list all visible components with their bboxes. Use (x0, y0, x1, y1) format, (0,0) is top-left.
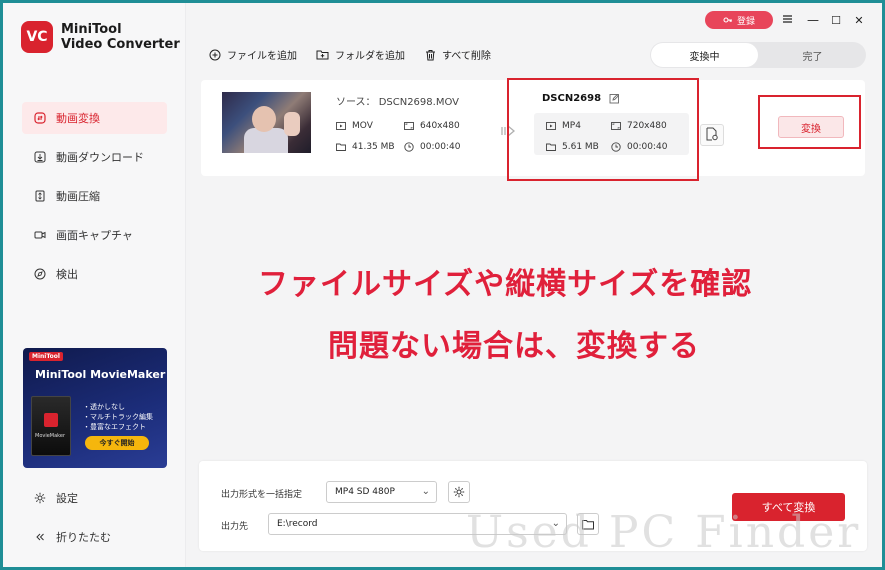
close-button[interactable]: ✕ (851, 11, 867, 29)
source-size-value: 41.35 MB (352, 142, 395, 152)
add-folder-label: フォルダを追加 (335, 51, 405, 62)
ad-feature: ・マルチトラック編集 (83, 413, 153, 421)
video-thumbnail[interactable] (222, 92, 311, 153)
annotation-line-2: 問題ない場合は、変換する (328, 329, 700, 364)
sidebar-item-capture[interactable]: 画面キャプチャ (22, 219, 167, 251)
key-icon (723, 15, 733, 25)
convert-highlight-box (758, 95, 861, 149)
video-file-icon (336, 121, 346, 131)
source-size: 41.35 MB (336, 142, 395, 152)
maximize-button[interactable]: ☐ (828, 11, 844, 29)
resolution-icon (404, 121, 414, 131)
watermark: Used PC Finder (466, 507, 862, 558)
sidebar-item-download[interactable]: 動画ダウンロード (22, 141, 167, 173)
login-button[interactable]: 登録 (705, 11, 773, 29)
menu-button[interactable] (779, 11, 795, 29)
annotation-line-1: ファイルサイズや縦横サイズを確認 (258, 267, 753, 302)
delete-all-button[interactable]: すべて削除 (425, 47, 491, 62)
product-box-label: MovieMaker (35, 433, 66, 439)
logo-icon: VC (21, 21, 53, 53)
trash-icon (425, 49, 436, 61)
folder-plus-icon (316, 49, 329, 61)
source-resolution-value: 640x480 (420, 121, 460, 131)
ad-title: MiniTool MovieMaker (35, 368, 166, 381)
sidebar-item-convert[interactable]: 動画変換 (22, 102, 167, 134)
folder-icon (336, 142, 346, 152)
gear-icon (34, 492, 46, 504)
convert-icon (34, 112, 46, 124)
add-file-label: ファイルを追加 (227, 51, 297, 62)
output-format-button[interactable] (700, 124, 724, 146)
product-box-icon: MovieMaker (31, 396, 71, 456)
chevron-down-icon: ⌄ (421, 486, 430, 497)
gear-icon (453, 483, 465, 502)
delete-all-label: すべて削除 (442, 51, 491, 62)
login-label: 登録 (736, 16, 755, 27)
source-duration-value: 00:00:40 (420, 142, 461, 152)
clock-icon (404, 142, 414, 152)
ad-start-button[interactable]: 今すぐ開始 (85, 436, 149, 450)
output-format-value: MP4 SD 480P (335, 487, 395, 497)
sidebar-item-label: 画面キャプチャ (56, 229, 133, 242)
tab-done[interactable]: 完了 (759, 43, 866, 67)
output-label: 出力先 (221, 522, 249, 532)
format-settings-button[interactable] (448, 481, 470, 503)
compass-icon (34, 268, 46, 280)
source-format-value: MOV (352, 121, 373, 131)
sidebar-item-label: 動画変換 (56, 112, 100, 125)
settings-label: 設定 (56, 492, 78, 505)
sidebar-item-compress[interactable]: 動画圧縮 (22, 180, 167, 212)
sidebar-item-detect[interactable]: 検出 (22, 258, 167, 290)
app-window: VC MiniTool Video Converter 動画変換 動画ダウンロー… (3, 3, 882, 567)
sidebar-item-label: 検出 (56, 268, 78, 281)
sidebar-collapse[interactable]: 折りたたむ (22, 521, 167, 553)
sidebar-item-label: 動画ダウンロード (56, 151, 144, 164)
source-duration: 00:00:40 (404, 142, 460, 152)
ad-feature-list: ・透かしなし ・マルチトラック編集 ・豊富なエフェクト (83, 402, 153, 432)
ad-feature: ・透かしなし (83, 403, 125, 411)
app-name-line1: MiniTool (61, 22, 122, 37)
collapse-button[interactable]: 折りたたむ (22, 521, 167, 553)
source-filename: DSCN2698.MOV (378, 97, 459, 108)
status-tabs: 変換中 完了 (650, 42, 866, 68)
download-icon (34, 151, 46, 163)
minimize-button[interactable]: — (805, 11, 821, 29)
hamburger-icon (782, 13, 793, 27)
add-file-button[interactable]: ファイルを追加 (209, 47, 297, 62)
file-settings-icon (706, 126, 719, 145)
output-path-value: E:\record (277, 519, 318, 529)
source-resolution: 640x480 (404, 121, 460, 131)
ad-brand-badge: MiniTool (29, 352, 63, 361)
source-info: ソース： DSCN2698.MOV (336, 93, 459, 108)
source-format: MOV (336, 121, 373, 131)
tab-converting[interactable]: 変換中 (651, 43, 758, 67)
plus-circle-icon (209, 49, 221, 61)
app-logo: VC MiniTool Video Converter (21, 21, 180, 53)
collapse-label: 折りたたむ (56, 531, 111, 544)
sidebar-settings[interactable]: 設定 (22, 482, 167, 514)
app-name-line2: Video Converter (61, 37, 180, 52)
moviemaker-ad-banner[interactable]: MiniTool MiniTool MovieMaker MovieMaker … (23, 348, 167, 468)
sidebar-item-label: 動画圧縮 (56, 190, 100, 203)
ad-feature: ・豊富なエフェクト (83, 423, 146, 431)
compress-icon (34, 190, 46, 202)
sidebar-nav: 動画変換 動画ダウンロード 動画圧縮 画面キャプチャ 検出 (22, 102, 167, 297)
output-format-select[interactable]: MP4 SD 480P ⌄ (326, 481, 437, 503)
format-label: 出力形式を一括指定 (221, 490, 303, 500)
double-chevron-left-icon (34, 531, 46, 543)
sidebar-item-settings[interactable]: 設定 (22, 482, 167, 514)
source-label: ソース： (336, 97, 376, 108)
target-highlight-box (507, 78, 699, 181)
sidebar: VC MiniTool Video Converter 動画変換 動画ダウンロー… (3, 3, 186, 567)
app-name: MiniTool Video Converter (61, 22, 180, 52)
add-folder-button[interactable]: フォルダを追加 (316, 47, 405, 62)
camera-icon (34, 229, 46, 241)
